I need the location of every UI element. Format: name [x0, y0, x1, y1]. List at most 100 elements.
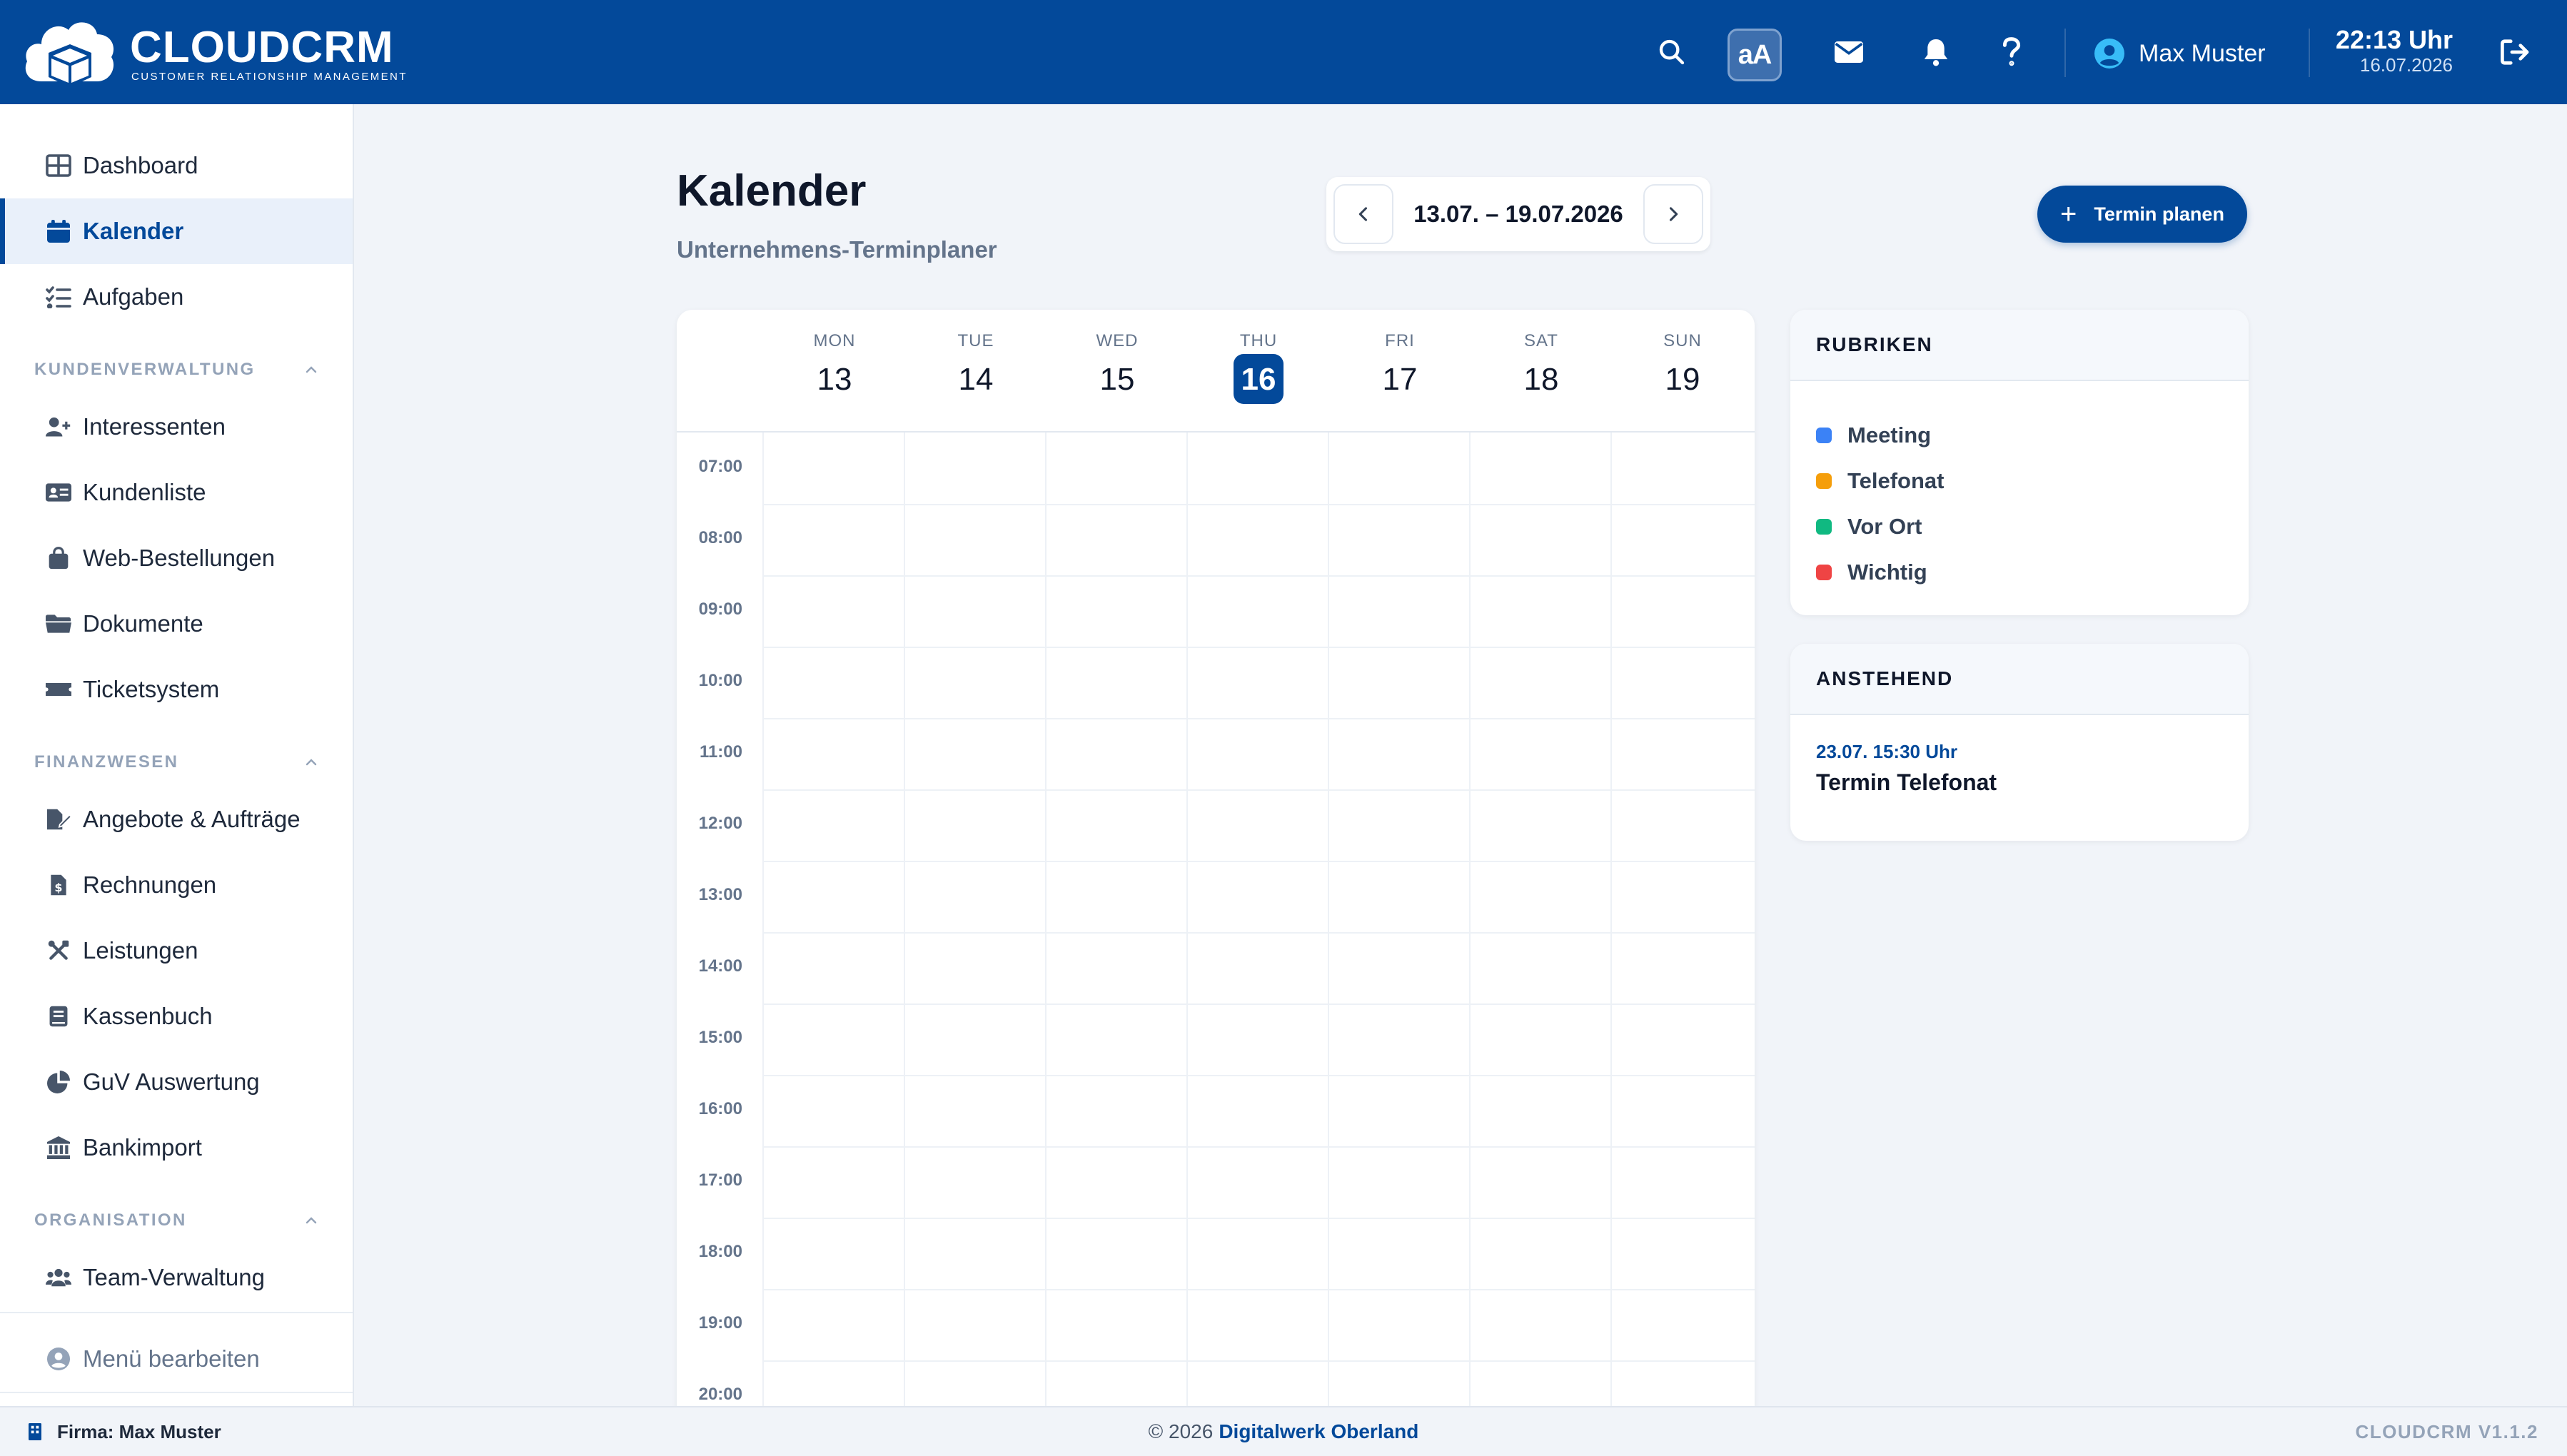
app-logo[interactable]: CLOUDCRM CUSTOMER RELATIONSHIP MANAGEMEN… — [23, 16, 405, 90]
day-name: THU — [1239, 331, 1278, 350]
font-size-icon: aA — [1738, 39, 1772, 70]
search-icon — [1659, 39, 1685, 65]
sidebar-item-team-verwaltung[interactable]: Team-Verwaltung — [0, 1245, 353, 1310]
day-column-line — [762, 433, 764, 1423]
day-header-wed[interactable]: WED 15 — [1047, 310, 1188, 433]
day-name: SAT — [1524, 331, 1558, 350]
week-navigator: 13.07. – 19.07.2026 — [1326, 177, 1710, 251]
card-title: RUBRIKEN — [1790, 310, 2249, 381]
day-column-line — [904, 433, 905, 1423]
ticket-icon — [46, 683, 71, 696]
day-column-line — [1610, 433, 1612, 1423]
sidebar-item-dokumente[interactable]: Dokumente — [0, 591, 353, 657]
sidebar-item-kundenliste[interactable]: Kundenliste — [0, 460, 353, 525]
day-number: 18 — [1523, 362, 1559, 397]
day-number: 19 — [1665, 362, 1700, 397]
sidebar-item-dashboard[interactable]: Dashboard — [0, 133, 353, 198]
sidebar-item-leistungen[interactable]: Leistungen — [0, 918, 353, 984]
day-name: SUN — [1663, 331, 1702, 350]
font-size-toggle[interactable]: aA — [1728, 29, 1782, 81]
sidebar-item-angebote[interactable]: Angebote & Aufträge — [0, 787, 353, 852]
hour-label: 17:00 — [698, 1171, 742, 1190]
logout-button[interactable] — [2494, 31, 2537, 74]
sidebar-item-label: Kundenliste — [83, 479, 206, 505]
day-header-thu[interactable]: THU 16 — [1188, 310, 1329, 433]
sidebar-item-label: GuV Auswertung — [83, 1068, 260, 1095]
chevron-up-icon — [306, 759, 317, 766]
sidebar-item-rechnungen[interactable]: $ Rechnungen — [0, 852, 353, 918]
hour-label: 19:00 — [698, 1313, 742, 1333]
legend-item-meeting: Meeting — [1816, 421, 1931, 450]
sidebar-item-guv[interactable]: GuV Auswertung — [0, 1049, 353, 1115]
day-header-fri[interactable]: FRI 17 — [1329, 310, 1471, 433]
legend-dot — [1816, 473, 1832, 489]
day-header-mon[interactable]: MON 13 — [764, 310, 905, 433]
logout-icon — [2501, 39, 2529, 65]
sidebar-item-label: Interessenten — [83, 413, 226, 440]
building-icon — [29, 1423, 41, 1440]
day-column-line — [1328, 433, 1329, 1423]
hour-grid-line — [762, 504, 1755, 505]
copyright-text: © 2026 — [1148, 1420, 1214, 1442]
sidebar-item-kalender[interactable]: Kalender — [0, 198, 353, 264]
sidebar-item-web-bestellungen[interactable]: Web-Bestellungen — [0, 525, 353, 591]
page-subtitle: Unternehmens-Terminplaner — [677, 236, 997, 263]
chevron-up-icon — [306, 1217, 317, 1224]
week-calendar: MON 13 TUE 14 WED 15 THU 16 FRI 17 SAT 1… — [677, 310, 1755, 1423]
section-header-kundenverwaltung[interactable]: KUNDENVERWALTUNG — [34, 355, 320, 384]
hour-grid-line — [762, 1146, 1755, 1148]
prev-week-button[interactable] — [1333, 184, 1393, 244]
upcoming-date: 23.07. 15:30 Uhr — [1816, 741, 1958, 762]
sidebar-item-kassenbuch[interactable]: Kassenbuch — [0, 984, 353, 1049]
topbar-divider — [2064, 29, 2066, 77]
day-name: WED — [1096, 331, 1139, 350]
pie-chart-icon — [47, 1071, 70, 1093]
clock-time: 22:13 Uhr — [2335, 25, 2453, 54]
hour-grid-line — [762, 1289, 1755, 1290]
day-number: 15 — [1099, 362, 1135, 397]
legend-label: Vor Ort — [1847, 514, 1922, 539]
user-menu[interactable]: Max Muster — [2094, 29, 2266, 79]
hour-label: 12:00 — [698, 814, 742, 833]
rubriken-card: RUBRIKEN Meeting Telefonat Vor Ort Wicht… — [1790, 310, 2249, 615]
section-title: KUNDENVERWALTUNG — [34, 360, 256, 379]
sidebar-item-label: Web-Bestellungen — [83, 545, 276, 571]
hour-grid-line — [762, 647, 1755, 648]
search-button[interactable] — [1650, 31, 1693, 74]
help-button[interactable] — [1990, 31, 2033, 74]
user-circle-icon — [47, 1348, 70, 1370]
bell-icon — [1924, 39, 1948, 66]
hour-label: 14:00 — [698, 956, 742, 976]
hour-label: 20:00 — [698, 1385, 742, 1404]
edit-menu-button[interactable]: Menü bearbeiten — [0, 1326, 353, 1392]
sidebar-item-bankimport[interactable]: Bankimport — [0, 1115, 353, 1181]
day-number: 14 — [958, 362, 994, 397]
notifications-button[interactable] — [1915, 31, 1957, 74]
topbar-divider — [2309, 29, 2310, 77]
footer-brand-link[interactable]: Digitalwerk Oberland — [1219, 1420, 1418, 1443]
sidebar-item-interessenten[interactable]: Interessenten — [0, 394, 353, 460]
cloud-box-icon — [25, 22, 114, 87]
day-header-sat[interactable]: SAT 18 — [1471, 310, 1612, 433]
hour-grid-line — [762, 1218, 1755, 1219]
sidebar-item-label: Ticketsystem — [83, 676, 220, 702]
next-week-button[interactable] — [1643, 184, 1703, 244]
app-name: CLOUDCRM — [130, 23, 394, 72]
plan-appointment-button[interactable]: + Termin planen — [2037, 186, 2247, 243]
sidebar-item-label: Leistungen — [83, 937, 198, 964]
upcoming-item[interactable]: 23.07. 15:30 Uhr Termin Telefonat — [1790, 715, 2249, 841]
folder-icon — [46, 615, 71, 633]
sidebar-item-ticketsystem[interactable]: Ticketsystem — [0, 657, 353, 722]
hour-grid-line — [762, 1075, 1755, 1076]
dashboard-icon — [46, 154, 71, 177]
sidebar-item-aufgaben[interactable]: Aufgaben — [0, 264, 353, 330]
day-header-sun[interactable]: SUN 19 — [1612, 310, 1753, 433]
section-header-organisation[interactable]: ORGANISATION — [34, 1206, 320, 1235]
day-header-tue[interactable]: TUE 14 — [905, 310, 1047, 433]
legend-item-telefonat: Telefonat — [1816, 467, 1945, 495]
page-title: Kalender — [677, 166, 867, 216]
sidebar-divider — [0, 1392, 353, 1393]
mail-button[interactable] — [1827, 31, 1870, 74]
section-header-finanzwesen[interactable]: FINANZWESEN — [34, 748, 320, 777]
legend-dot — [1816, 565, 1832, 580]
